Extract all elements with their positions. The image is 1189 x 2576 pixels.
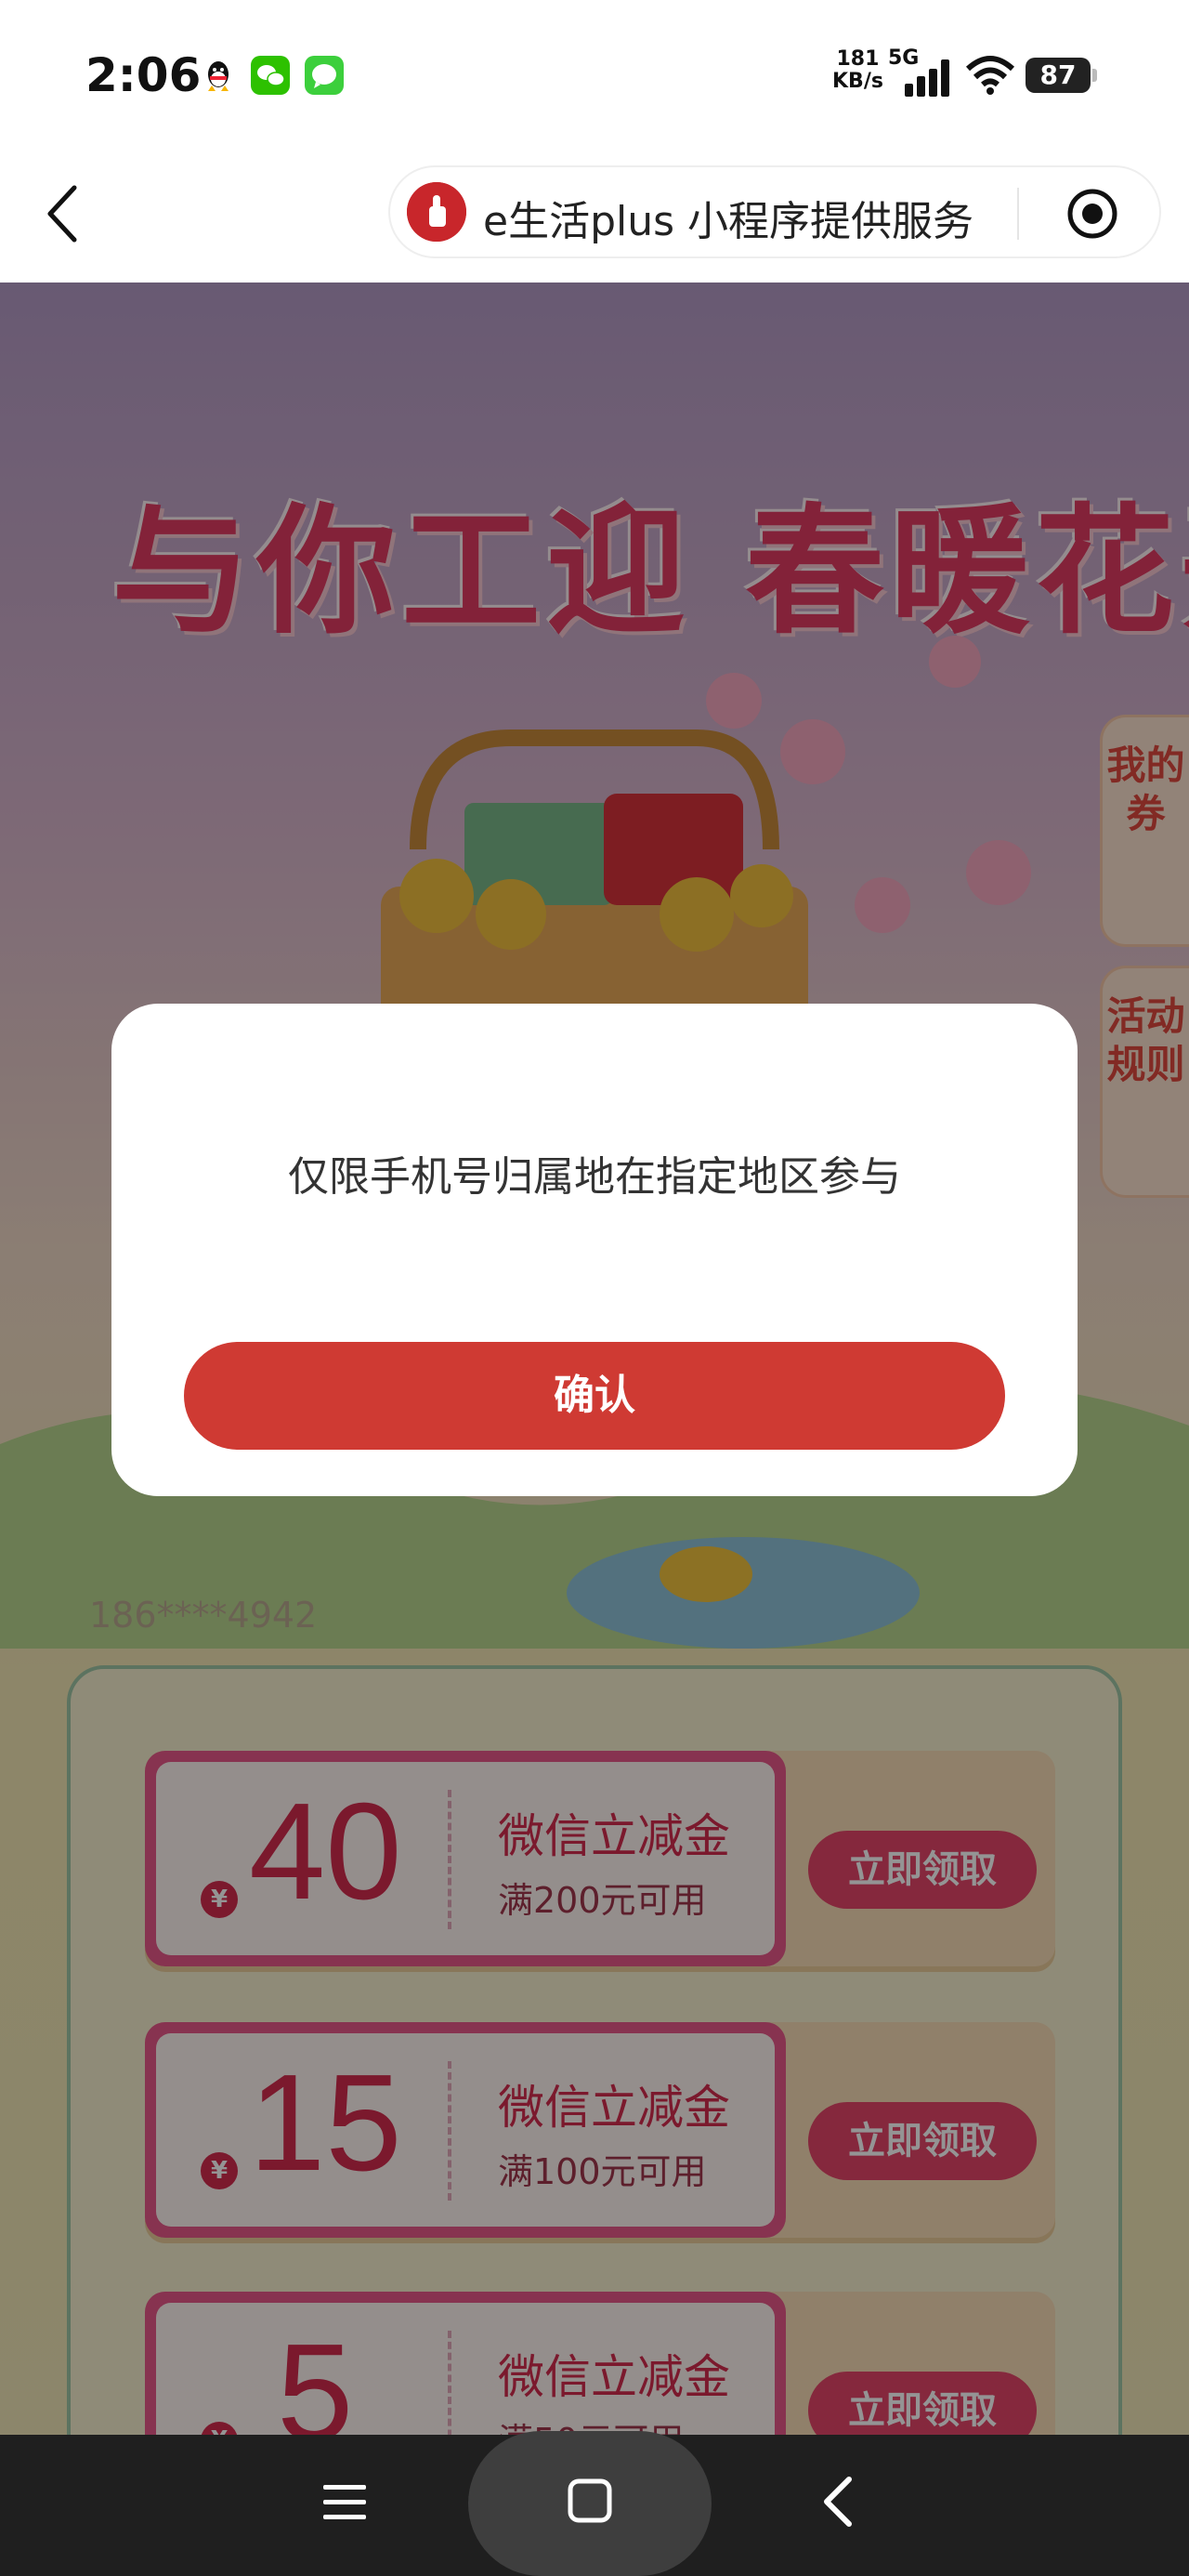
net-speed: 181 KB/s bbox=[832, 48, 883, 93]
home-button[interactable] bbox=[468, 2431, 712, 2576]
wechat-icon bbox=[251, 56, 290, 95]
square-home-icon bbox=[568, 2478, 612, 2523]
capsule-title: e生活plus 小程序提供服务 bbox=[483, 198, 974, 245]
e-life-logo-icon bbox=[407, 182, 466, 242]
menu-icon[interactable] bbox=[321, 2476, 368, 2531]
dialog-message: 仅限手机号归属地在指定地区参与 bbox=[288, 1153, 901, 1201]
net-speed-value: 181 bbox=[836, 47, 880, 71]
chevron-left-icon[interactable] bbox=[817, 2472, 860, 2535]
net-speed-unit: KB/s bbox=[832, 70, 883, 93]
capsule-divider bbox=[1017, 188, 1019, 240]
back-chevron-icon bbox=[47, 185, 77, 243]
confirm-button[interactable]: 确认 bbox=[184, 1342, 1005, 1450]
battery-indicator: 87 bbox=[1026, 58, 1097, 93]
qq-icon bbox=[199, 56, 238, 95]
mini-program-capsule[interactable]: e生活plus 小程序提供服务 bbox=[388, 165, 1161, 258]
target-circle-icon[interactable] bbox=[1065, 186, 1120, 242]
wifi-icon bbox=[964, 54, 1016, 99]
status-time: 2:06 bbox=[85, 48, 202, 102]
signal-icon bbox=[901, 59, 953, 97]
back-button[interactable] bbox=[37, 177, 93, 251]
alert-dialog: 仅限手机号归属地在指定地区参与 确认 bbox=[111, 1004, 1078, 1496]
messages-icon bbox=[305, 56, 344, 95]
status-bar: 2:06 181 KB/s 5G 87 bbox=[0, 0, 1189, 149]
system-navigation-bar bbox=[0, 2431, 1189, 2576]
